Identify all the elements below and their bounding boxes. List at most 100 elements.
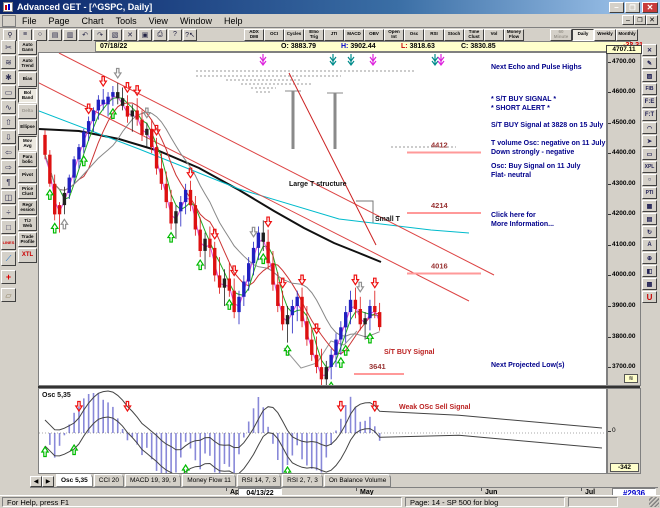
- pin-button[interactable]: ⚲: [3, 28, 17, 41]
- tab-scroll-right[interactable]: ▶: [42, 476, 54, 487]
- cross-tool[interactable]: +: [1, 270, 16, 284]
- annotation[interactable]: Click here for: [491, 212, 536, 219]
- price-chart[interactable]: 4412 4214 4016 3641 Next Echo and Pulse High…: [38, 52, 606, 402]
- tool-para-bolic[interactable]: Para bolic: [18, 152, 37, 167]
- measure-tool[interactable]: ▭: [1, 85, 16, 99]
- lines-tool[interactable]: LINES: [1, 235, 16, 250]
- tool-mov-avg[interactable]: Mov Avg: [18, 136, 37, 151]
- grid-tool[interactable]: ▦: [642, 200, 657, 212]
- mdi-close-button[interactable]: ✕: [646, 15, 658, 25]
- quick-reset-tool[interactable]: ✱: [1, 70, 16, 84]
- new-chart-button[interactable]: ▤: [48, 28, 62, 41]
- menu-page[interactable]: Page: [43, 15, 76, 27]
- study-ellio-trig[interactable]: Ellio Trig: [304, 28, 324, 41]
- study-oci[interactable]: OCI: [264, 28, 284, 41]
- tool-auto-gann[interactable]: Auto Gann: [18, 40, 37, 55]
- trendline-tool[interactable]: ⟋: [1, 251, 16, 266]
- resize-grip[interactable]: [649, 497, 659, 507]
- study-time-clust[interactable]: Time Clust: [464, 28, 484, 41]
- xpl-tool[interactable]: XPL: [642, 161, 657, 173]
- study-cycles[interactable]: Cycles: [284, 28, 304, 41]
- mob-tool[interactable]: ➤: [642, 135, 657, 147]
- minimize-button[interactable]: –: [609, 2, 624, 13]
- axis-settings-icon[interactable]: ≋: [624, 374, 638, 383]
- oscillator-panel[interactable]: Osc 5,35 Weak OSc Sell Signal: [38, 388, 607, 478]
- study-open-int[interactable]: Open Int: [384, 28, 404, 41]
- profile-tool[interactable]: ▤: [642, 213, 657, 225]
- study-stoch[interactable]: Stoch: [444, 28, 464, 41]
- magnify-tool[interactable]: ⊕: [642, 252, 657, 264]
- tab-rsi-14-7-3[interactable]: RSI 14, 7, 3: [236, 474, 282, 487]
- notes-button[interactable]: ≡: [18, 28, 32, 41]
- annotation[interactable]: More Information...: [491, 221, 554, 228]
- menu-tools[interactable]: Tools: [110, 15, 143, 27]
- maximize-button[interactable]: ❐: [625, 2, 640, 13]
- study-obv[interactable]: OBV: [364, 28, 384, 41]
- fib-extension-tool[interactable]: F:E: [642, 96, 657, 108]
- timeframe-monthly[interactable]: Monthly: [616, 28, 638, 41]
- elliott-tool[interactable]: ∿: [1, 100, 16, 114]
- tool-price-clust[interactable]: Price Clust: [18, 184, 37, 199]
- text-tool[interactable]: ¶: [1, 175, 16, 189]
- menu-view[interactable]: View: [143, 15, 174, 27]
- eraser-tool[interactable]: ▨: [642, 70, 657, 82]
- tab-osc-5-35[interactable]: Osc 5,35: [56, 474, 93, 487]
- tool-pivot[interactable]: Pivot: [18, 168, 37, 183]
- price-chart-panel[interactable]: 4412 4214 4016 3641 Next Echo and Pulse High…: [38, 52, 607, 402]
- tool-t-j-web[interactable]: T/J Web: [18, 216, 37, 231]
- tool-bol-band[interactable]: Bol Band: [18, 88, 37, 103]
- mdi-minimize-button[interactable]: –: [622, 15, 634, 25]
- u-button[interactable]: U: [642, 291, 657, 303]
- export-button[interactable]: ▧: [108, 28, 122, 41]
- menu-help[interactable]: Help: [218, 15, 249, 27]
- edit-button[interactable]: ▣: [138, 28, 152, 41]
- study-macd[interactable]: MACD: [344, 28, 364, 41]
- text-annotation-tool[interactable]: A: [642, 239, 657, 251]
- box-tool[interactable]: □: [1, 220, 16, 234]
- price-axis[interactable]: 4700.00 4600.00 4500.00 4400.00 4300.00 4200.…: [607, 52, 641, 386]
- refresh-tool[interactable]: ↻: [642, 226, 657, 238]
- pti-button[interactable]: PTI: [642, 187, 657, 199]
- arrow-right-tool[interactable]: ⇨: [1, 160, 16, 174]
- tool-trade-profile[interactable]: Trade Profile: [18, 232, 37, 247]
- tool-bias[interactable]: Bias: [18, 72, 37, 87]
- tab-rsi-2-7-3[interactable]: RSI 2, 7, 3: [282, 474, 323, 487]
- delete-button[interactable]: ✕: [123, 28, 137, 41]
- timeframe-60-minute[interactable]: 60 Minute: [550, 28, 572, 41]
- color-tool[interactable]: ◧: [642, 265, 657, 277]
- scribble-tool[interactable]: ≋: [1, 55, 16, 69]
- tab-on-balance-volume[interactable]: On Balance Volume: [323, 474, 392, 487]
- gann-tool[interactable]: ✂: [1, 40, 16, 54]
- close-button[interactable]: ✕: [642, 2, 658, 13]
- tool-regr-ession[interactable]: Regr ession: [18, 200, 37, 215]
- rectangle-tool[interactable]: ▭: [642, 148, 657, 160]
- arrow-left-tool[interactable]: ⇦: [1, 145, 16, 159]
- timeframe-daily[interactable]: Daily: [572, 28, 594, 41]
- arrow-up-tool[interactable]: ⇧: [1, 115, 16, 129]
- tab-macd-19-39-9[interactable]: MACD 19, 39, 9: [124, 474, 182, 487]
- menu-window[interactable]: Window: [174, 15, 218, 27]
- fib-time-tool[interactable]: F:T: [642, 109, 657, 121]
- open-chart-button[interactable]: ▥: [63, 28, 77, 41]
- zoom-out-tool[interactable]: ○: [642, 174, 657, 186]
- mdi-restore-button[interactable]: ❐: [634, 15, 646, 25]
- study-money-flow[interactable]: Money Flow: [504, 28, 524, 41]
- delete-tool[interactable]: ✕: [642, 44, 657, 56]
- print-button[interactable]: ⎙: [153, 28, 167, 41]
- tool-ellipse[interactable]: Ellipse: [18, 120, 37, 135]
- chart-window-icon[interactable]: [2, 14, 16, 27]
- help-button[interactable]: ?: [168, 28, 182, 41]
- pencil-tool[interactable]: ✎: [642, 57, 657, 69]
- layout-tool[interactable]: ▩: [642, 278, 657, 290]
- study-jti[interactable]: JTI: [324, 28, 344, 41]
- arrow-down-tool[interactable]: ⇩: [1, 130, 16, 144]
- study-rsi[interactable]: RSI: [424, 28, 444, 41]
- tab-cci-20[interactable]: CCI 20: [93, 474, 124, 487]
- study-vol[interactable]: Vol: [484, 28, 504, 41]
- send-chart-tool[interactable]: ▱: [1, 288, 16, 302]
- split-tool[interactable]: ◫: [1, 190, 16, 204]
- tool-xtl[interactable]: XTL: [18, 248, 37, 263]
- timeframe-weekly[interactable]: Weekly: [594, 28, 616, 41]
- context-help-button[interactable]: ?↖: [183, 28, 197, 41]
- fib-retrace-tool[interactable]: FIB: [642, 83, 657, 95]
